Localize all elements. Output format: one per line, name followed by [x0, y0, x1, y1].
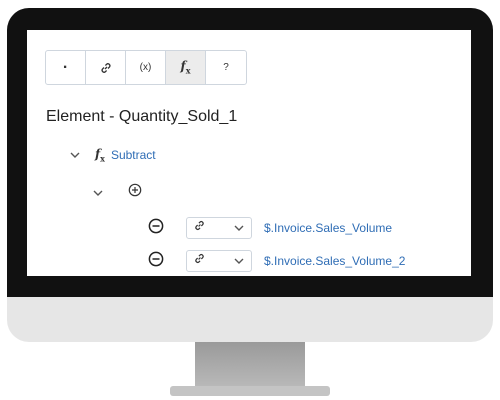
function-button[interactable]: fx: [166, 51, 206, 84]
monitor-stand-neck: [195, 342, 305, 392]
monitor-chin: [7, 297, 493, 342]
link-icon: [99, 61, 113, 75]
remove-argument-icon[interactable]: [148, 251, 164, 272]
chevron-down-icon: [233, 255, 245, 267]
argument-row: $.Invoice.Sales_Volume: [148, 217, 392, 239]
screen: · (x) fx ? Element - Quantity_Sold_1 fx …: [27, 30, 471, 276]
argument-row: $.Invoice.Sales_Volume_2: [148, 250, 405, 272]
variable-icon: (x): [139, 62, 152, 73]
chevron-down-icon[interactable]: [69, 149, 81, 161]
function-name-link[interactable]: Subtract: [111, 148, 156, 162]
function-node: fx Subtract: [69, 147, 156, 163]
dot-button[interactable]: ·: [46, 51, 86, 84]
chevron-down-icon: [233, 222, 245, 234]
function-icon: fx: [180, 59, 191, 76]
argument-value-link[interactable]: $.Invoice.Sales_Volume: [264, 221, 392, 235]
argument-type-select[interactable]: [186, 250, 252, 272]
expression-toolbar: · (x) fx ?: [45, 50, 247, 85]
function-icon: fx: [95, 147, 105, 164]
dot-icon: ·: [62, 58, 69, 76]
link-icon: [193, 219, 206, 237]
arguments-group: [92, 183, 142, 202]
help-icon: ?: [223, 62, 229, 73]
add-argument-icon[interactable]: [128, 183, 142, 202]
help-button[interactable]: ?: [206, 51, 246, 84]
monitor-stand-base: [170, 386, 330, 396]
chevron-down-icon[interactable]: [92, 187, 104, 199]
link-button[interactable]: [86, 51, 126, 84]
argument-value-link[interactable]: $.Invoice.Sales_Volume_2: [264, 254, 405, 268]
element-title: Element - Quantity_Sold_1: [46, 108, 238, 125]
argument-type-select[interactable]: [186, 217, 252, 239]
variable-button[interactable]: (x): [126, 51, 166, 84]
link-icon: [193, 252, 206, 270]
remove-argument-icon[interactable]: [148, 218, 164, 239]
